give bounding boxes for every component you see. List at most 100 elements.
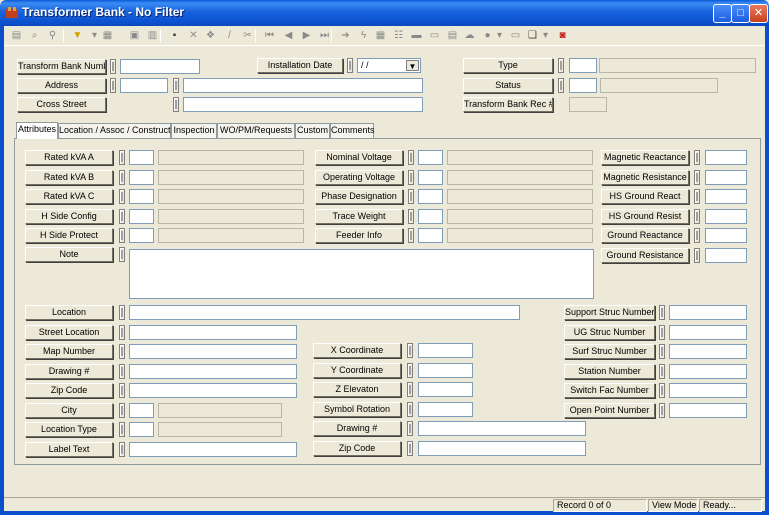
ground-resistance-field[interactable] (705, 247, 747, 263)
loc-drawing-2-grip[interactable] (407, 421, 413, 436)
new-icon[interactable]: ▤ (9, 28, 24, 43)
loc-ug-struc-number-field[interactable] (669, 324, 747, 340)
operating-voltage-grip[interactable] (408, 169, 414, 185)
loc-street-location-button[interactable]: Street Location (25, 324, 113, 340)
loc-switch-fac-number-grip[interactable] (659, 383, 665, 398)
magnetic-reactance-button[interactable]: Magnetic Reactance (601, 150, 689, 165)
h-side-protect-button[interactable]: H Side Protect (25, 228, 113, 243)
phase-designation-field[interactable] (418, 189, 443, 204)
ground-resistance-grip[interactable] (694, 247, 700, 263)
loc-open-point-number-button[interactable]: Open Point Number (564, 402, 655, 418)
loc-y-coordinate-2-grip[interactable] (407, 362, 413, 378)
nominal-voltage-grip[interactable] (408, 150, 414, 165)
rated-kva-a-button[interactable]: Rated kVA A (25, 150, 113, 165)
cross-street-button[interactable]: Cross Street (17, 97, 106, 112)
maximize-button[interactable]: □ (731, 4, 750, 23)
chart-icon[interactable]: ▤ (445, 28, 460, 43)
loc-drawing-field[interactable] (129, 363, 297, 379)
loc-street-location-field[interactable] (129, 324, 297, 340)
folder-icon[interactable]: ▭ (508, 28, 523, 43)
grid-icon[interactable]: ▦ (373, 28, 388, 43)
loc-city-grip[interactable] (119, 402, 125, 418)
hs-ground-react-button[interactable]: HS Ground React (601, 189, 689, 204)
address-street-field[interactable] (183, 78, 423, 93)
loc-switch-fac-number-field[interactable] (669, 383, 747, 398)
loc-drawing-2-field[interactable] (418, 421, 586, 436)
trace-weight-grip[interactable] (408, 208, 414, 224)
loc-zip-code-field[interactable] (129, 383, 297, 398)
last-record-icon[interactable]: ⏭ (317, 28, 332, 43)
h-side-protect-field[interactable] (129, 228, 154, 243)
loc-location-button[interactable]: Location (25, 305, 113, 320)
status-grip[interactable] (558, 78, 564, 93)
paste-icon[interactable]: ▣ (127, 28, 142, 43)
loc-support-struc-number-grip[interactable] (659, 305, 665, 320)
loc-y-coordinate-2-button[interactable]: Y Coordinate (313, 362, 401, 378)
phase-designation-grip[interactable] (408, 189, 414, 204)
loc-zip-code-2-button[interactable]: Zip Code (313, 440, 401, 456)
status-button[interactable]: Status (463, 78, 553, 93)
tab-custom[interactable]: Custom (295, 123, 330, 138)
dropdown-icon[interactable]: ▾ (492, 28, 507, 43)
status-code-field[interactable] (569, 78, 597, 93)
loc-drawing-2-button[interactable]: Drawing # (313, 421, 401, 436)
loc-zip-code-button[interactable]: Zip Code (25, 383, 113, 398)
ground-reactance-grip[interactable] (694, 228, 700, 243)
hs-ground-resist-field[interactable] (705, 208, 747, 224)
loc-drawing-button[interactable]: Drawing # (25, 363, 113, 379)
type-button[interactable]: Type (463, 58, 553, 73)
cut-icon[interactable]: ✂ (240, 28, 255, 43)
rated-kva-c-grip[interactable] (119, 189, 125, 204)
loc-location-type-button[interactable]: Location Type (25, 422, 113, 437)
loc-map-number-grip[interactable] (119, 344, 125, 359)
magnetic-reactance-field[interactable] (705, 150, 747, 165)
lightning-icon[interactable]: ϟ (356, 28, 371, 43)
print-icon[interactable]: ▥ (145, 28, 160, 43)
minimize-button[interactable]: _ (713, 4, 732, 23)
note-button[interactable]: Note (25, 247, 113, 262)
cloud-icon[interactable]: ☁ (462, 28, 477, 43)
loc-city-code-field[interactable] (129, 402, 154, 418)
loc-label-text-field[interactable] (129, 441, 297, 457)
transform-bank-rec-button[interactable]: Transform Bank Rec # (463, 97, 553, 112)
book-dropdown-icon[interactable]: ▾ (538, 28, 553, 43)
loc-station-number-button[interactable]: Station Number (564, 363, 655, 379)
address-grip[interactable] (110, 78, 116, 93)
loc-surf-struc-number-button[interactable]: Surf Struc Number (564, 344, 655, 359)
operating-voltage-button[interactable]: Operating Voltage (315, 169, 403, 185)
loc-y-coordinate-2-field[interactable] (418, 362, 473, 378)
hs-ground-resist-grip[interactable] (694, 208, 700, 224)
loc-map-number-button[interactable]: Map Number (25, 344, 113, 359)
find-icon[interactable]: ⌕ (27, 28, 42, 43)
loc-z-elevaton-2-button[interactable]: Z Elevaton (313, 382, 401, 397)
rated-kva-b-button[interactable]: Rated kVA B (25, 169, 113, 185)
h-side-config-button[interactable]: H Side Config (25, 208, 113, 224)
magnetic-resistance-field[interactable] (705, 169, 747, 185)
rated-kva-b-field[interactable] (129, 169, 154, 185)
transform-bank-number-field[interactable] (120, 59, 200, 74)
loc-support-struc-number-button[interactable]: Support Struc Number (564, 305, 655, 320)
chevron-down-icon[interactable]: ▼ (406, 60, 419, 71)
loc-zip-code-2-grip[interactable] (407, 440, 413, 456)
loc-station-number-grip[interactable] (659, 363, 665, 379)
rated-kva-c-field[interactable] (129, 189, 154, 204)
copy-icon[interactable]: ▦ (100, 28, 115, 43)
loc-label-text-button[interactable]: Label Text (25, 441, 113, 457)
nominal-voltage-button[interactable]: Nominal Voltage (315, 150, 403, 165)
note-grip[interactable] (119, 247, 125, 262)
save-icon[interactable]: ▪ (167, 28, 182, 43)
binoculars-icon[interactable]: ⚲ (45, 28, 60, 43)
loc-support-struc-number-field[interactable] (669, 305, 747, 320)
address-button[interactable]: Address (17, 78, 106, 93)
installation-date-button[interactable]: Installation Date (257, 58, 343, 73)
loc-symbol-rotation-2-button[interactable]: Symbol Rotation (313, 401, 401, 417)
attach-icon[interactable]: ❖ (203, 28, 218, 43)
loc-z-elevaton-2-field[interactable] (418, 382, 473, 397)
tab-attributes[interactable]: Attributes (16, 122, 58, 139)
loc-x-coordinate-2-field[interactable] (418, 343, 473, 358)
trace-weight-field[interactable] (418, 208, 443, 224)
loc-switch-fac-number-button[interactable]: Switch Fac Number (564, 383, 655, 398)
installation-date-grip[interactable] (347, 58, 353, 73)
loc-x-coordinate-2-grip[interactable] (407, 343, 413, 358)
first-record-icon[interactable]: ⏮ (262, 28, 277, 43)
